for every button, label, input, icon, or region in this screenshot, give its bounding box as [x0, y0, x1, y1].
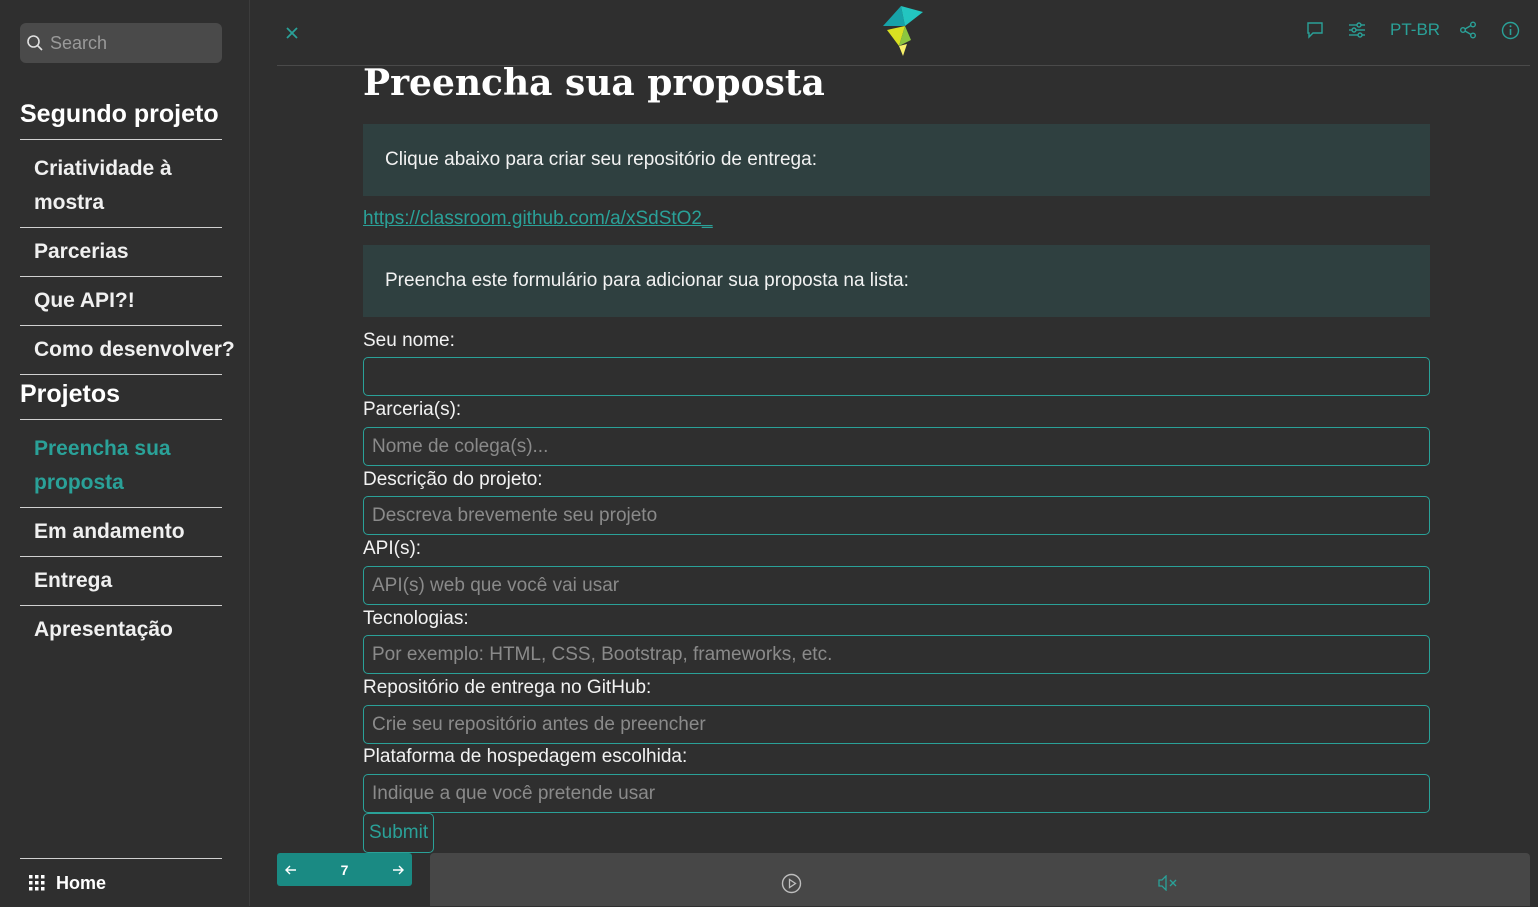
partners-field[interactable]: [363, 427, 1430, 466]
play-icon[interactable]: [781, 873, 802, 894]
sidebar-item-que-api[interactable]: Que API?!: [20, 277, 222, 326]
label-apis: API(s):: [363, 538, 422, 559]
nav-list-segundo-projeto: Criatividade à mostra Parcerias Que API?…: [20, 145, 235, 375]
chat-icon[interactable]: [1306, 21, 1324, 39]
arrow-right-icon[interactable]: [384, 862, 412, 878]
audio-player: [430, 853, 1530, 906]
sidebar-item-apresentacao[interactable]: Apresentação: [20, 606, 222, 654]
page-number: 7: [340, 861, 349, 878]
callout-repository: Clique abaixo para criar seu repositório…: [363, 124, 1430, 196]
sidebar-item-parcerias[interactable]: Parcerias: [20, 228, 222, 277]
sidebar-item-entrega[interactable]: Entrega: [20, 557, 222, 606]
search-icon: [27, 35, 43, 51]
label-repositorio: Repositório de entrega no GitHub:: [363, 677, 652, 698]
label-parcerias: Parceria(s):: [363, 399, 462, 420]
arrow-left-icon[interactable]: [277, 862, 305, 878]
callout-form-text: Preencha este formulário para adicionar …: [385, 270, 909, 291]
search-box[interactable]: [20, 23, 222, 63]
sidebar-item-preencha-proposta[interactable]: Preencha sua proposta: [20, 425, 222, 508]
home-link[interactable]: Home: [20, 858, 222, 907]
callout-repository-text: Clique abaixo para criar seu repositório…: [385, 149, 817, 170]
home-label: Home: [56, 872, 107, 893]
top-bar: PT-BR: [277, 0, 1530, 66]
technologies-field[interactable]: [363, 635, 1430, 674]
submit-button[interactable]: Submit: [363, 813, 435, 853]
callout-form: Preencha este formulário para adicionar …: [363, 245, 1430, 317]
classroom-link[interactable]: https://classroom.github.com/a/xSdStO2_: [363, 208, 713, 230]
label-plataforma: Plataforma de hospedagem escolhida:: [363, 746, 688, 767]
section-title-segundo-projeto: Segundo projeto: [20, 100, 222, 140]
sidebar-item-criatividade[interactable]: Criatividade à mostra: [20, 145, 222, 228]
hosting-platform-field[interactable]: [363, 774, 1430, 813]
language-selector[interactable]: PT-BR: [1390, 20, 1440, 40]
section-title-projetos: Projetos: [20, 380, 222, 420]
sidebar-item-como-desenvolver[interactable]: Como desenvolver?: [20, 326, 235, 375]
repository-field[interactable]: [363, 705, 1430, 744]
info-icon[interactable]: [1501, 21, 1520, 40]
description-field[interactable]: [363, 496, 1430, 535]
search-input[interactable]: [48, 31, 212, 55]
grid-icon: [29, 875, 45, 891]
page-title: Preencha sua proposta: [363, 62, 825, 104]
label-descricao: Descrição do projeto:: [363, 469, 543, 490]
logo-icon: [883, 6, 923, 56]
sidebar-item-em-andamento[interactable]: Em andamento: [20, 508, 222, 557]
label-seu-nome: Seu nome:: [363, 330, 455, 351]
share-icon[interactable]: [1459, 21, 1477, 39]
settings-sliders-icon[interactable]: [1348, 21, 1366, 39]
mute-icon[interactable]: [1158, 875, 1178, 891]
apis-field[interactable]: [363, 566, 1430, 605]
label-tecnologias: Tecnologias:: [363, 608, 469, 629]
nav-list-projetos: Preencha sua proposta Em andamento Entre…: [20, 425, 222, 654]
close-icon[interactable]: [285, 26, 299, 40]
page-navigator: 7: [277, 853, 412, 886]
name-field[interactable]: [363, 357, 1430, 396]
sidebar: Segundo projeto Criatividade à mostra Pa…: [0, 0, 250, 906]
